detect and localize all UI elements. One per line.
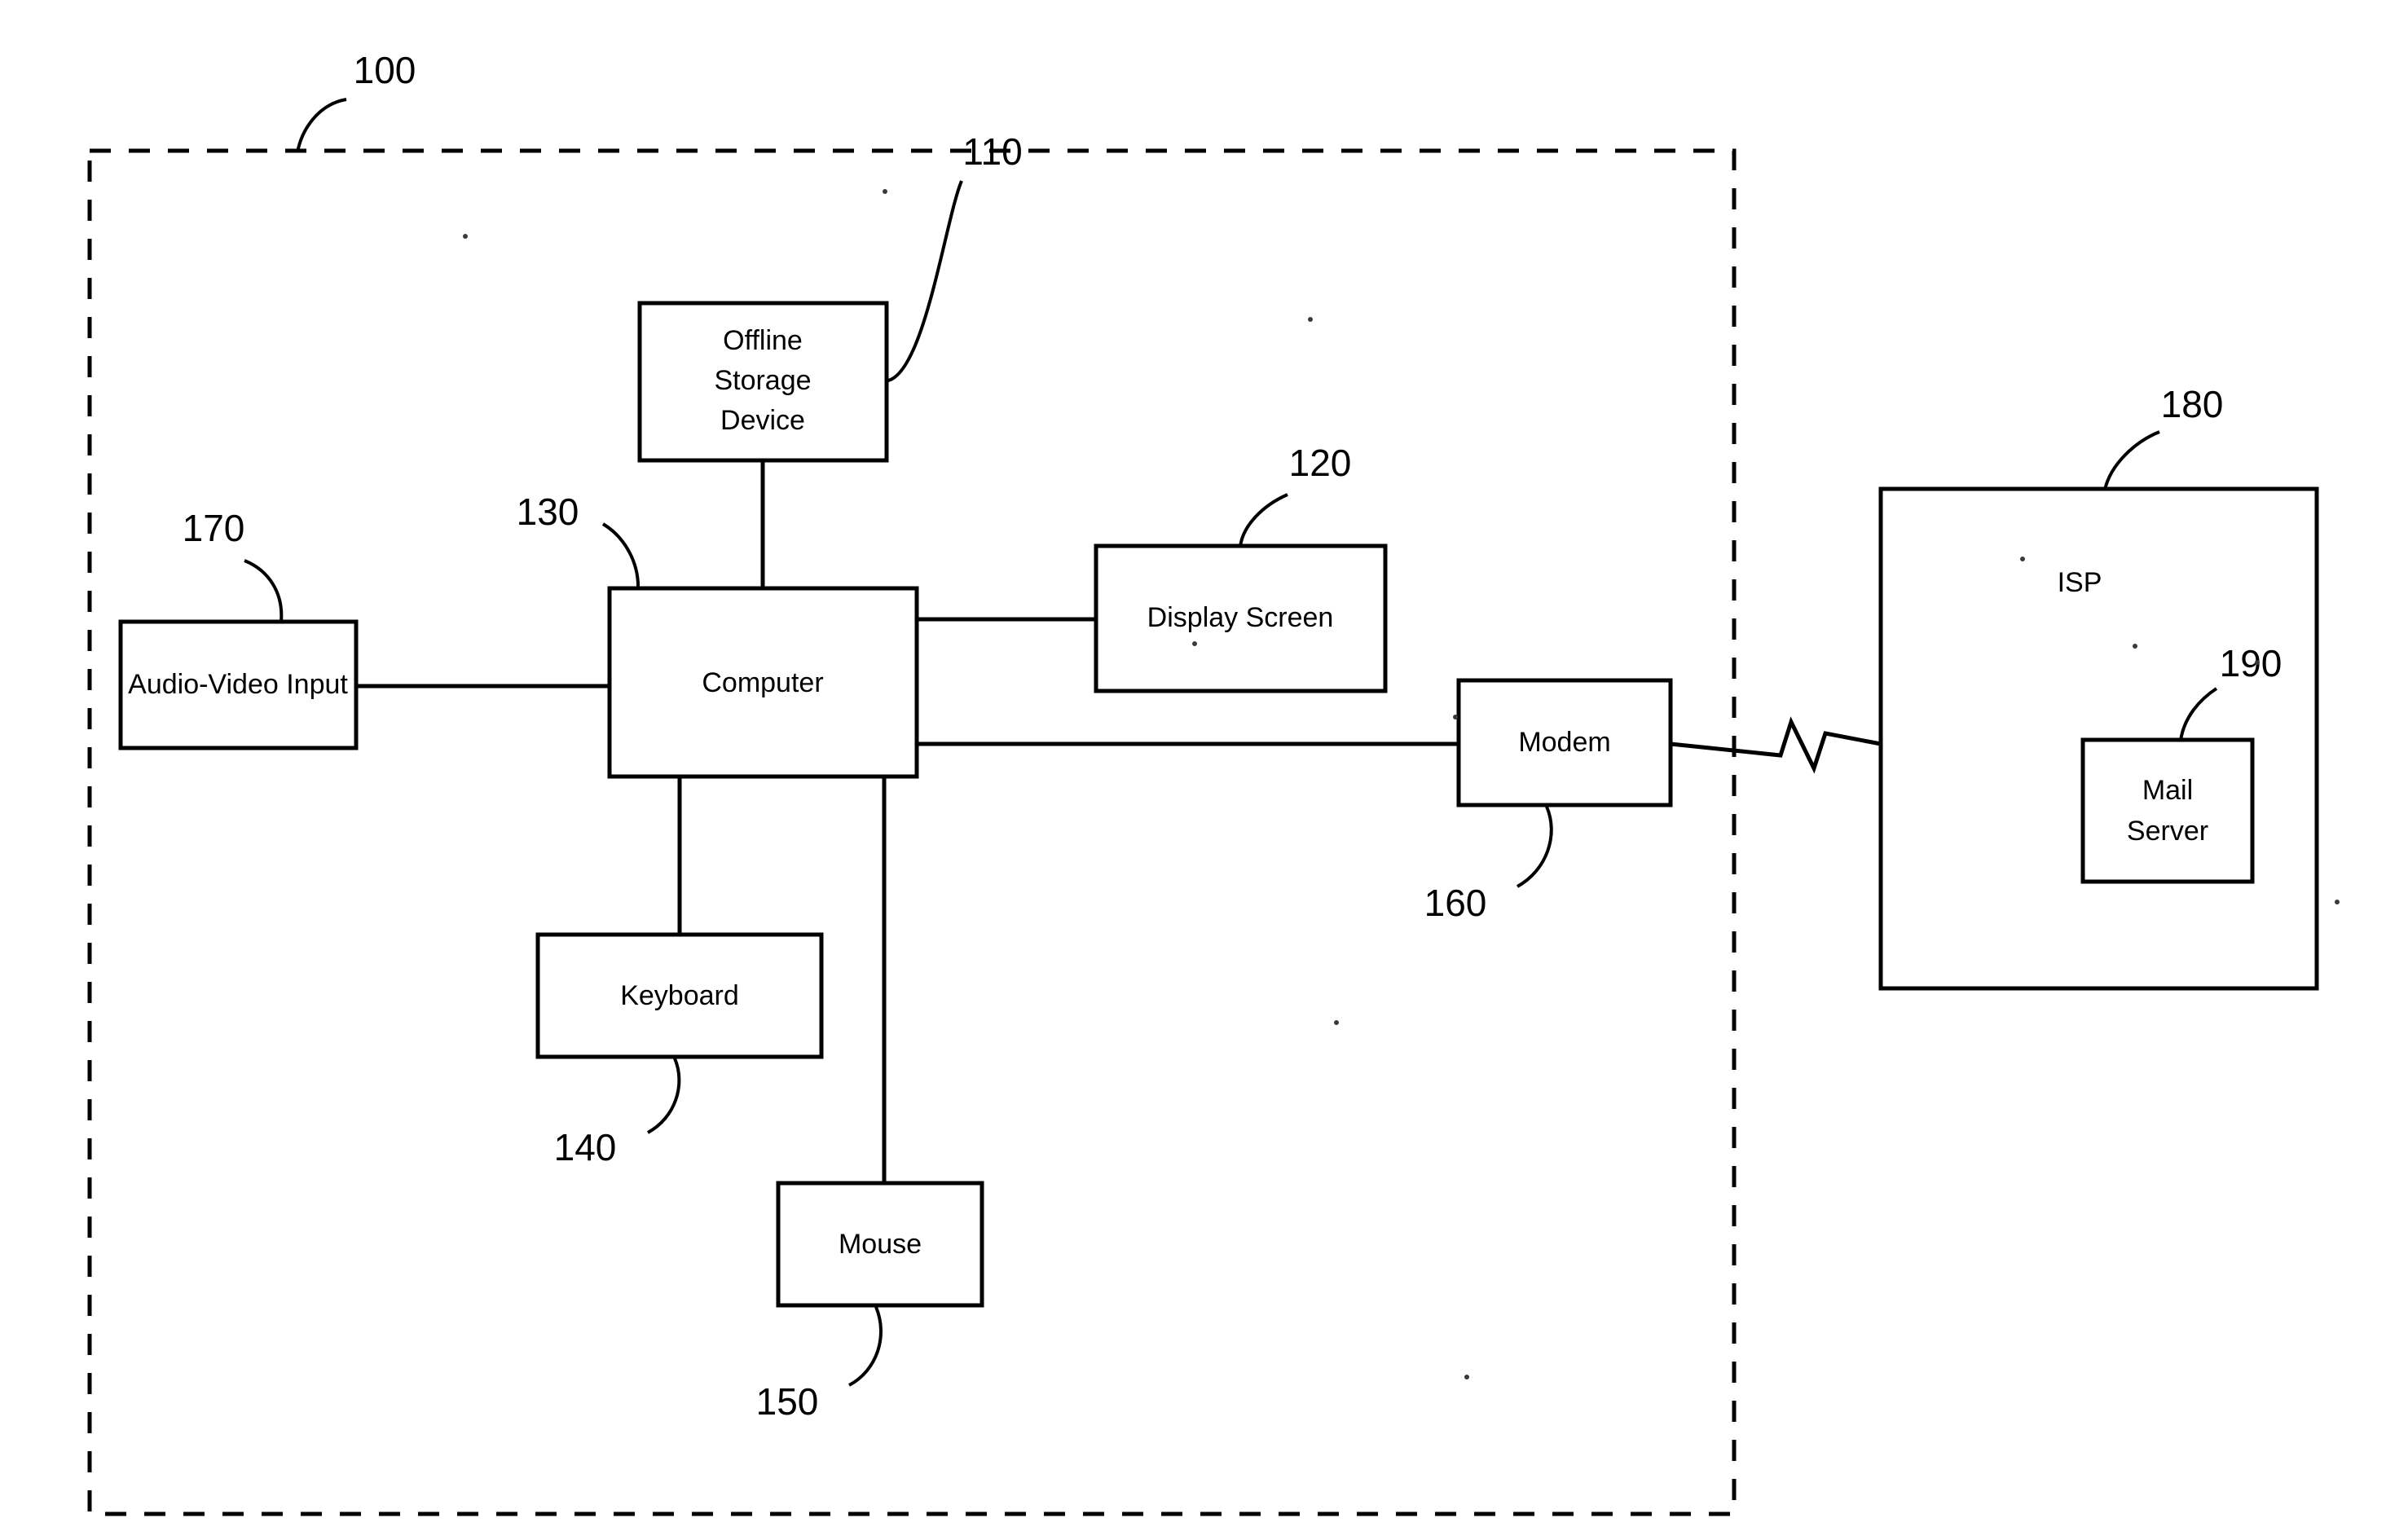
leader-line-180	[2103, 430, 2160, 491]
scan-speck	[1334, 1020, 1339, 1025]
leader-line-160	[1517, 806, 1553, 888]
leader-line-140	[647, 1058, 681, 1134]
ref-numeral-150: 150	[756, 1380, 819, 1423]
ref-numeral-120: 120	[1289, 442, 1352, 484]
node-offline-storage-device[interactable]: Offline Storage Device	[637, 301, 889, 463]
ref-numeral-190: 190	[2220, 642, 2283, 684]
leader-line-110	[887, 180, 963, 382]
node-display-screen[interactable]: Display Screen	[1094, 543, 1388, 693]
node-computer[interactable]: Computer	[607, 586, 919, 779]
mail-server-label-line2: Server	[2127, 816, 2208, 847]
display-screen-label: Display Screen	[1147, 602, 1334, 633]
connector-modem-isp	[1670, 716, 1882, 774]
ref-numeral-130: 130	[517, 491, 579, 533]
ref-numeral-160: 160	[1424, 882, 1487, 924]
keyboard-label: Keyboard	[620, 980, 739, 1011]
leader-line-170	[244, 559, 284, 623]
leader-line-130	[601, 522, 641, 590]
scan-speck	[1192, 641, 1197, 646]
ref-numeral-170: 170	[183, 507, 245, 549]
node-keyboard[interactable]: Keyboard	[535, 932, 824, 1059]
mail-server-label-line1: Mail	[2142, 775, 2193, 806]
ref-numeral-180: 180	[2161, 383, 2224, 425]
mail-server-box[interactable]	[2080, 737, 2255, 884]
scan-speck	[883, 189, 887, 194]
scan-speck	[1464, 1375, 1469, 1379]
ref-numeral-100: 100	[354, 49, 416, 91]
node-mail-server[interactable]: Mail Server	[2080, 737, 2255, 884]
isp-label: ISP	[2058, 567, 2102, 598]
node-audio-video-input[interactable]: Audio-Video Input	[118, 619, 359, 750]
leader-line-120	[1239, 493, 1288, 548]
scan-speck	[463, 234, 468, 239]
modem-label: Modem	[1518, 727, 1610, 758]
audio-video-input-label: Audio-Video Input	[128, 669, 348, 700]
scan-speck	[2335, 900, 2340, 904]
scan-speck	[2133, 644, 2137, 649]
scan-speck	[1453, 715, 1458, 719]
offline-storage-device-label-line1: Offline	[723, 325, 803, 356]
ref-numeral-140: 140	[554, 1126, 617, 1168]
computer-label: Computer	[702, 667, 823, 698]
scan-speck	[1308, 317, 1313, 322]
offline-storage-device-label-line3: Device	[720, 405, 805, 436]
mouse-label: Mouse	[839, 1229, 922, 1260]
ref-numeral-110: 110	[962, 130, 1022, 173]
offline-storage-device-label-line2: Storage	[714, 365, 811, 396]
scan-speck	[2020, 557, 2025, 561]
leader-line-100	[296, 98, 347, 153]
node-mouse[interactable]: Mouse	[776, 1181, 984, 1308]
patent-figure: Offline Storage Device Computer Display …	[0, 0, 2408, 1540]
leader-line-150	[848, 1306, 883, 1387]
scan-speck	[2255, 660, 2260, 665]
node-modem[interactable]: Modem	[1456, 678, 1673, 807]
